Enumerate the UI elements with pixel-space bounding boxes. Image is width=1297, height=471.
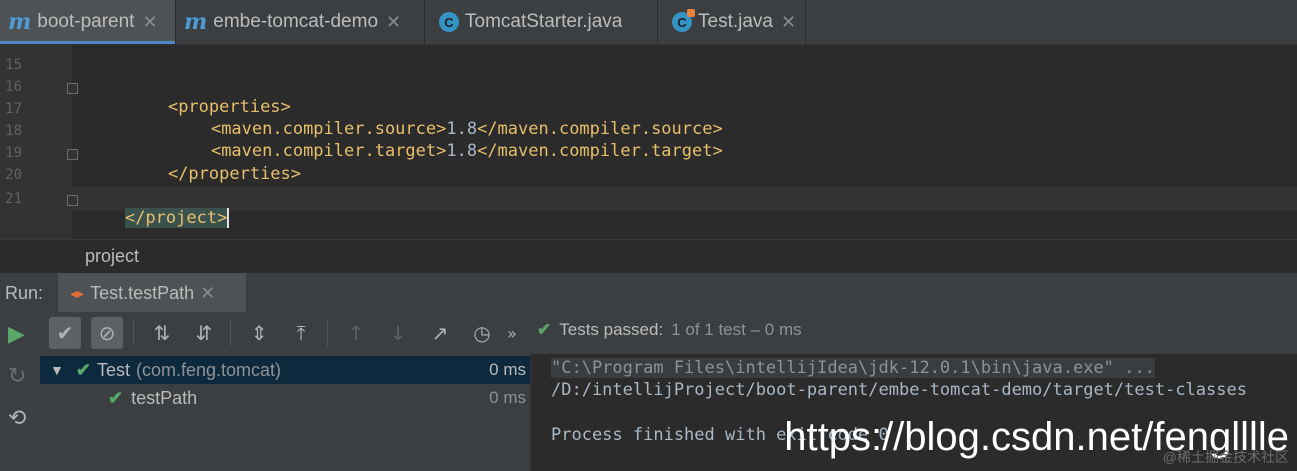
run-label: Run:: [5, 283, 44, 303]
export-results-icon[interactable]: ↗: [424, 317, 456, 349]
line-number: 15: [5, 57, 22, 73]
test-status: ✔ Tests passed: 1 of 1 test – 0 ms: [537, 320, 802, 339]
duration: 0 ms: [489, 388, 526, 407]
run-tab-label: Test.testPath: [90, 282, 195, 303]
toolbar-separator: [133, 320, 134, 346]
more-actions-icon[interactable]: »: [502, 317, 522, 349]
tab-tomcatstarter[interactable]: C TomcatStarter.java: [425, 0, 658, 44]
rerun-icon[interactable]: ▶: [8, 322, 25, 347]
collapse-all-icon[interactable]: ⤒: [285, 317, 317, 349]
toolbar-separator: [230, 320, 231, 346]
passed-icon: ✔: [75, 359, 91, 380]
run-tab[interactable]: ◂▸ Test.testPath ✕: [58, 273, 246, 313]
close-icon[interactable]: ✕: [386, 12, 401, 33]
breadcrumb: project: [0, 239, 1297, 273]
class-icon: C: [439, 12, 459, 32]
tab-label: Test.java: [698, 11, 773, 32]
code-editor[interactable]: 15 16 17 18 19 20 21 <properties> <maven…: [0, 45, 1297, 239]
fold-marker-icon[interactable]: [67, 195, 78, 206]
tab-test-java[interactable]: C Test.java ✕: [658, 0, 806, 44]
rerun-failed-icon[interactable]: ↻: [8, 364, 26, 389]
line-number-gutter: [0, 45, 72, 239]
sort-by-duration-icon[interactable]: ⇵: [188, 317, 220, 349]
watermark-sub: @稀土掘金技术社区: [1162, 449, 1289, 465]
toolbar-separator: [327, 320, 328, 346]
tree-row-test-class[interactable]: ▼ ✔ Test (com.feng.tomcat) 0 ms: [40, 356, 530, 384]
console-line: "C:\Program Files\intellijIdea\jdk-12.0.…: [551, 358, 1155, 378]
expand-all-icon[interactable]: ⇕: [243, 317, 275, 349]
test-results-tree: ▼ ✔ Test (com.feng.tomcat) 0 ms ✔ testPa…: [40, 354, 530, 471]
text-caret: [227, 208, 230, 228]
show-ignored-icon[interactable]: ⊘: [91, 317, 123, 349]
fold-marker-icon[interactable]: [67, 83, 78, 94]
next-failed-icon[interactable]: ↓: [382, 317, 414, 349]
fold-marker-icon[interactable]: [67, 149, 78, 160]
passed-icon: ✔: [108, 387, 124, 408]
toggle-auto-test-icon[interactable]: ⟲: [8, 406, 26, 431]
test-class-icon: C: [672, 9, 695, 32]
line-number: 21: [5, 191, 22, 207]
close-icon[interactable]: ✕: [781, 12, 796, 33]
tab-label: boot-parent: [37, 11, 135, 32]
check-icon: ✔: [537, 320, 552, 339]
tab-boot-parent[interactable]: m boot-parent ✕: [0, 0, 176, 44]
line-number: 17: [5, 101, 22, 117]
test-run-icon: ◂▸: [70, 284, 85, 301]
previous-failed-icon[interactable]: ↑: [340, 317, 372, 349]
test-history-icon[interactable]: ◷: [466, 317, 498, 349]
tab-label: TomcatStarter.java: [465, 11, 623, 32]
close-icon[interactable]: ✕: [142, 12, 157, 33]
expand-arrow-icon[interactable]: ▼: [50, 362, 64, 378]
tab-embe-tomcat-demo[interactable]: m embe-tomcat-demo ✕: [176, 0, 425, 44]
run-tool-window-header: Run: ◂▸ Test.testPath ✕: [0, 272, 1297, 313]
run-side-toolbar: ▶ ↻ ⟲: [0, 312, 40, 471]
sort-alphabetically-icon[interactable]: ⇅: [146, 317, 178, 349]
maven-icon: m: [8, 9, 32, 35]
line-number: 20: [5, 167, 22, 183]
tab-label: embe-tomcat-demo: [213, 11, 379, 32]
console-line: /D:/intellijProject/boot-parent/embe-tom…: [551, 380, 1247, 400]
duration: 0 ms: [489, 360, 526, 379]
line-number: 19: [5, 145, 22, 161]
test-runner-toolbar: ✔ ⊘ ⇅ ⇵ ⇕ ⤒ ↑ ↓ ↗ ◷ » ✔ Tests passed: 1 …: [40, 312, 1297, 355]
show-passed-icon[interactable]: ✔: [49, 317, 81, 349]
line-number: 16: [5, 79, 22, 95]
tree-row-test-method[interactable]: ✔ testPath 0 ms: [40, 384, 530, 412]
breadcrumb-item[interactable]: project: [85, 246, 139, 267]
editor-tab-bar: m boot-parent ✕ m embe-tomcat-demo ✕ C T…: [0, 0, 1297, 45]
maven-icon: m: [184, 9, 208, 35]
line-number: 18: [5, 123, 22, 139]
close-icon[interactable]: ✕: [200, 283, 215, 304]
